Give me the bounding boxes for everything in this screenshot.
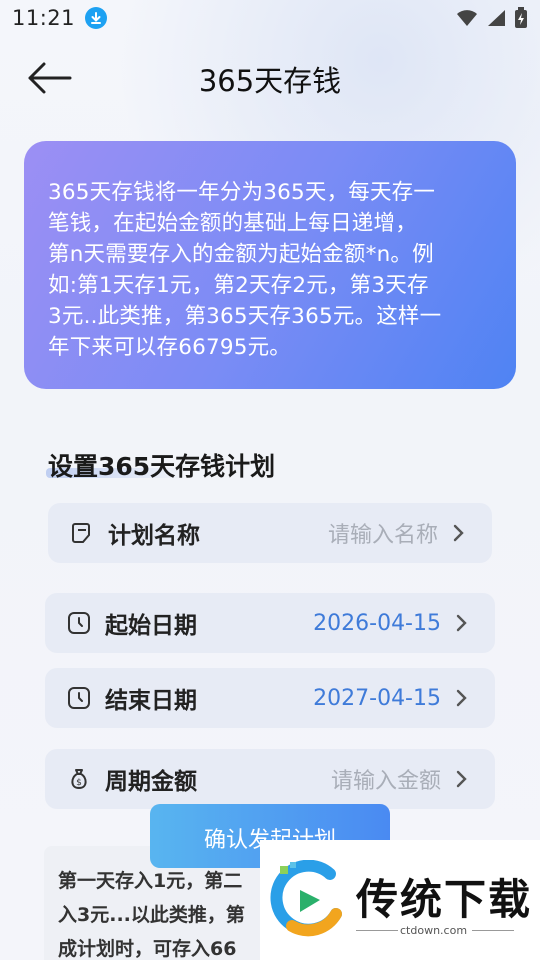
signal-icon <box>488 10 505 26</box>
page-title: 365天存钱 <box>198 64 342 98</box>
watermark: 传统下载 ctdown.com <box>260 840 540 960</box>
clock-icon <box>68 612 90 634</box>
amount-placeholder[interactable]: 请输入金额 <box>331 763 441 795</box>
note-line: 入3元...以此类推，第 <box>58 904 245 926</box>
info-line: 第n天需要存入的金额为起始金额*n。例 <box>48 242 434 267</box>
chevron-right-icon <box>456 770 467 788</box>
money-bag-icon: $ <box>71 769 87 790</box>
plan-name-placeholder[interactable]: 请输入名称 <box>328 517 438 549</box>
section-title: 设置365天存钱计划 <box>48 452 276 481</box>
note-line: 第一天存入1元，第二 <box>58 870 243 892</box>
battery-icon <box>515 7 527 28</box>
end-date-value[interactable]: 2027-04-15 <box>313 686 441 711</box>
watermark-title: 传统下载 <box>356 875 533 924</box>
amount-label: 周期金额 <box>105 769 197 795</box>
info-line: 如:第1天存1元，第2天存2元，第3天存 <box>48 273 429 298</box>
download-icon <box>85 7 108 29</box>
svg-text:$: $ <box>76 778 82 788</box>
end-date-label: 结束日期 <box>105 688 197 714</box>
info-card: 365天存钱将一年分为365天，每天存一 笔钱，在起始金额的基础上每日递增， 第… <box>24 141 516 389</box>
chevron-right-icon <box>456 614 467 632</box>
start-date-field[interactable]: 起始日期 2026-04-15 <box>45 593 495 653</box>
watermark-divider <box>472 930 514 931</box>
info-line: 365天存钱将一年分为365天，每天存一 <box>48 180 436 205</box>
plan-name-label: 计划名称 <box>108 523 200 549</box>
clock-icon <box>68 687 90 709</box>
start-date-label: 起始日期 <box>105 613 197 639</box>
info-line: 3元..此类推，第365天存365元。这样一 <box>48 304 442 329</box>
amount-field[interactable]: $ 周期金额 请输入金额 <box>45 749 495 809</box>
chevron-right-icon <box>453 524 464 542</box>
document-icon <box>72 523 90 543</box>
wifi-icon <box>457 10 477 26</box>
watermark-logo-icon <box>270 860 342 937</box>
note-line: 成计划时，可存入66 <box>58 938 237 960</box>
watermark-divider <box>356 930 398 931</box>
start-date-value[interactable]: 2026-04-15 <box>313 611 441 636</box>
status-time: 11:21 <box>12 6 76 30</box>
status-bar: 11:21 <box>0 0 540 36</box>
plan-name-field[interactable]: 计划名称 请输入名称 <box>48 503 492 563</box>
info-line: 年下来可以存66795元。 <box>48 335 291 360</box>
info-description: 365天存钱将一年分为365天，每天存一 笔钱，在起始金额的基础上每日递增， 第… <box>48 177 494 363</box>
end-date-field[interactable]: 结束日期 2027-04-15 <box>45 668 495 728</box>
watermark-subtitle: ctdown.com <box>400 924 468 937</box>
info-line: 笔钱，在起始金额的基础上每日递增， <box>48 211 417 236</box>
status-icons <box>456 7 528 29</box>
chevron-right-icon <box>456 689 467 707</box>
